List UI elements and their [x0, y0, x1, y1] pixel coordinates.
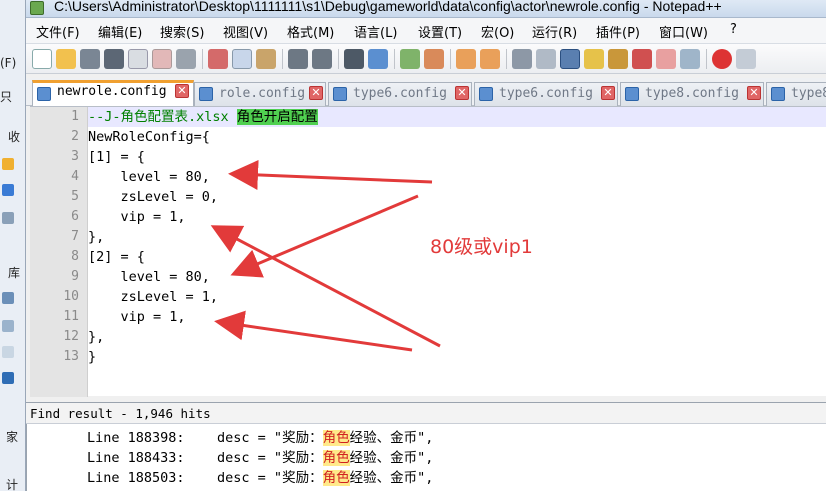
find-result-title: Find result - 1,946 hits [30, 406, 211, 421]
row-text: Line 188433: desc = "奖励： [87, 450, 323, 466]
arrow-to-vip-1 [210, 225, 441, 348]
annotation-text: 80级或vip1 [430, 236, 533, 258]
arrow-to-level-2 [230, 194, 419, 278]
find-result-row[interactable]: Line 188503: desc = "奖励：角色经验、金币", [87, 468, 433, 488]
row-text: 经验、金币", [349, 430, 434, 446]
find-result-row[interactable]: Line 188398: desc = "奖励：角色经验、金币", [87, 428, 433, 448]
arrow-to-vip-2 [214, 310, 413, 352]
row-text: Line 188503: desc = "奖励： [87, 470, 323, 486]
row-text: 经验、金币", [349, 470, 434, 486]
find-result-list[interactable]: Line 188398: desc = "奖励：角色经验、金币", Line 1… [26, 424, 826, 491]
find-result-header[interactable]: Find result - 1,946 hits [26, 402, 826, 424]
arrow-to-level-1 [228, 159, 433, 190]
row-text: Line 188398: desc = "奖励： [87, 430, 323, 446]
row-hit: 角色 [322, 470, 350, 486]
find-result-row[interactable]: Line 188433: desc = "奖励：角色经验、金币", [87, 448, 433, 468]
row-hit: 角色 [322, 430, 350, 446]
row-text: 经验、金币", [349, 450, 434, 466]
row-hit: 角色 [322, 450, 350, 466]
